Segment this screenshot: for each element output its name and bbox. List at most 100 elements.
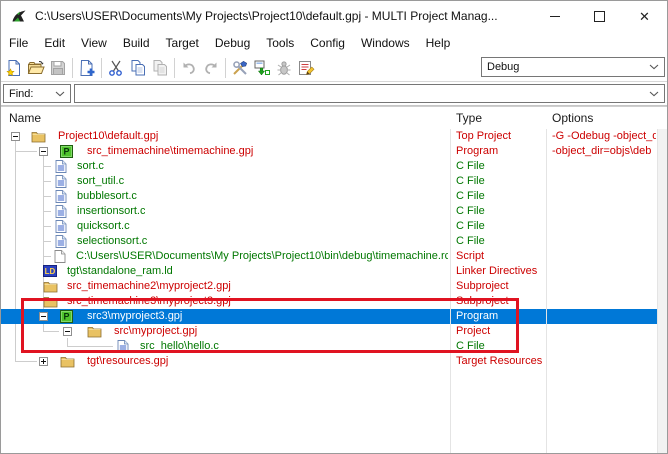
tree-item-name: C:\Users\USER\Documents\My Projects\Proj…	[76, 249, 448, 264]
paste-button[interactable]	[149, 57, 171, 79]
maximize-button[interactable]	[577, 1, 622, 31]
tree-item-type: Project	[456, 324, 544, 339]
tree-item-type: Program	[456, 309, 544, 324]
menu-view[interactable]: View	[73, 33, 115, 53]
svg-text:P: P	[63, 147, 69, 157]
toolbar-separator	[72, 58, 73, 78]
tree-item-type: Linker Directives	[456, 264, 544, 279]
c-file-icon	[55, 190, 67, 203]
collapse-icon[interactable]	[63, 327, 72, 336]
config-select[interactable]: Debug	[481, 57, 665, 77]
tree-item-name: src_timemachine2\myproject2.gpj	[67, 279, 231, 294]
tree-item-type: Target Resources	[456, 354, 544, 369]
menu-tools[interactable]: Tools	[258, 33, 302, 53]
collapse-icon[interactable]	[39, 147, 48, 156]
undo-button[interactable]	[178, 57, 200, 79]
tree-row[interactable]: bubblesort.cC File	[1, 189, 657, 204]
new-file-button[interactable]	[3, 57, 25, 79]
tree-row[interactable]: insertionsort.c C File	[1, 204, 657, 219]
tree-item-name: Project10\default.gpj	[58, 129, 158, 144]
tree-row[interactable]: sort.cC File	[1, 159, 657, 174]
tree-row[interactable]: Psrc3\myproject3.gpj Program	[1, 309, 657, 324]
save-button[interactable]	[47, 57, 69, 79]
tree-row[interactable]: selectionsort.cC File	[1, 234, 657, 249]
menu-target[interactable]: Target	[158, 33, 207, 53]
menu-help[interactable]: Help	[418, 33, 459, 53]
tree-item-name: quicksort.c	[77, 219, 130, 234]
tree-item-name: bubblesort.c	[77, 189, 137, 204]
tree-row[interactable]: src_timemachine3\myproject3.gpjSubprojec…	[1, 294, 657, 309]
tree-row[interactable]: LDtgt\standalone_ram.ldLinker Directives	[1, 264, 657, 279]
column-header-options[interactable]: Options	[552, 111, 593, 125]
c-file-icon	[55, 220, 67, 233]
tree-row[interactable]: quicksort.c C File	[1, 219, 657, 234]
tree-item-name: insertionsort.c	[77, 204, 145, 219]
maximize-icon	[594, 11, 605, 22]
c-file-icon	[55, 160, 67, 173]
tree-item-name: src3\myproject3.gpj	[87, 309, 182, 324]
c-file-icon	[55, 205, 67, 218]
menu-windows[interactable]: Windows	[353, 33, 418, 53]
tree-item-type: C File	[456, 219, 544, 234]
toolbar: Debug	[1, 54, 667, 82]
vertical-scrollbar[interactable]	[657, 107, 667, 453]
tree-item-name: src\myproject.gpj	[114, 324, 197, 339]
debug-bug-button[interactable]	[273, 57, 295, 79]
tree-row[interactable]: src_timemachine2\myproject2.gpj Subprojec…	[1, 279, 657, 294]
c-file-icon	[55, 235, 67, 248]
add-file-button[interactable]	[76, 57, 98, 79]
menu-build[interactable]: Build	[115, 33, 158, 53]
close-button[interactable]: ✕	[622, 1, 667, 31]
toolbar-separator	[174, 58, 175, 78]
tree-item-options: -G -Odebug -object_d	[552, 129, 656, 144]
titlebar: C:\Users\USER\Documents\My Projects\Proj…	[1, 1, 667, 31]
c-file-icon	[55, 175, 67, 188]
folder-icon	[43, 280, 58, 293]
tree-row[interactable]: sort_util.cC File	[1, 174, 657, 189]
menu-edit[interactable]: Edit	[36, 33, 73, 53]
find-field-select[interactable]: Find:	[3, 84, 71, 103]
chevron-down-icon	[649, 64, 659, 70]
tree-item-type: Subproject	[456, 279, 544, 294]
svg-text:P: P	[63, 312, 69, 322]
tree-row[interactable]: src\myproject.gpj Project	[1, 324, 657, 339]
build-button[interactable]	[229, 57, 251, 79]
find-input-combo[interactable]	[74, 84, 665, 103]
redo-button[interactable]	[200, 57, 222, 79]
program-icon: P	[60, 145, 73, 158]
menu-debug[interactable]: Debug	[207, 33, 258, 53]
minimize-button[interactable]	[532, 1, 577, 31]
tree-item-name: src_timemachine\timemachine.gpj	[87, 144, 253, 159]
close-icon: ✕	[639, 10, 650, 23]
file-icon	[54, 250, 66, 263]
collapse-icon[interactable]	[11, 132, 20, 141]
column-divider[interactable]	[450, 107, 451, 453]
tree-row[interactable]: tgt\resources.gpjTarget Resources	[1, 354, 657, 369]
toolbar-separator	[225, 58, 226, 78]
collapse-icon[interactable]	[39, 312, 48, 321]
column-header-name[interactable]: Name	[9, 111, 41, 125]
expand-icon[interactable]	[39, 357, 48, 366]
column-header-type[interactable]: Type	[456, 111, 482, 125]
find-input[interactable]	[79, 85, 649, 102]
copy-button[interactable]	[127, 57, 149, 79]
open-project-button[interactable]	[25, 57, 47, 79]
tree-row[interactable]: C:\Users\USER\Documents\My Projects\Proj…	[1, 249, 657, 264]
cut-button[interactable]	[105, 57, 127, 79]
tree-item-type: Subproject	[456, 294, 544, 309]
menu-config[interactable]: Config	[302, 33, 353, 53]
tree-item-type: C File	[456, 204, 544, 219]
tree-item-type: Script	[456, 249, 544, 264]
tree-item-name: selectionsort.c	[77, 234, 147, 249]
edit-notes-button[interactable]	[295, 57, 317, 79]
folder-icon	[31, 130, 46, 143]
linker-file-icon: LD	[43, 265, 57, 277]
column-divider[interactable]	[546, 107, 547, 453]
menu-file[interactable]: File	[1, 33, 36, 53]
project-tree: Name Type Options Project10\default.gpjT…	[1, 106, 667, 453]
tree-row[interactable]: Psrc_timemachine\timemachine.gpjProgram-…	[1, 144, 657, 159]
tree-item-name: sort.c	[77, 159, 104, 174]
connect-target-button[interactable]	[251, 57, 273, 79]
tree-row[interactable]: src_hello\hello.cC File	[1, 339, 657, 354]
tree-row[interactable]: Project10\default.gpjTop Project-G -Odeb…	[1, 129, 657, 144]
